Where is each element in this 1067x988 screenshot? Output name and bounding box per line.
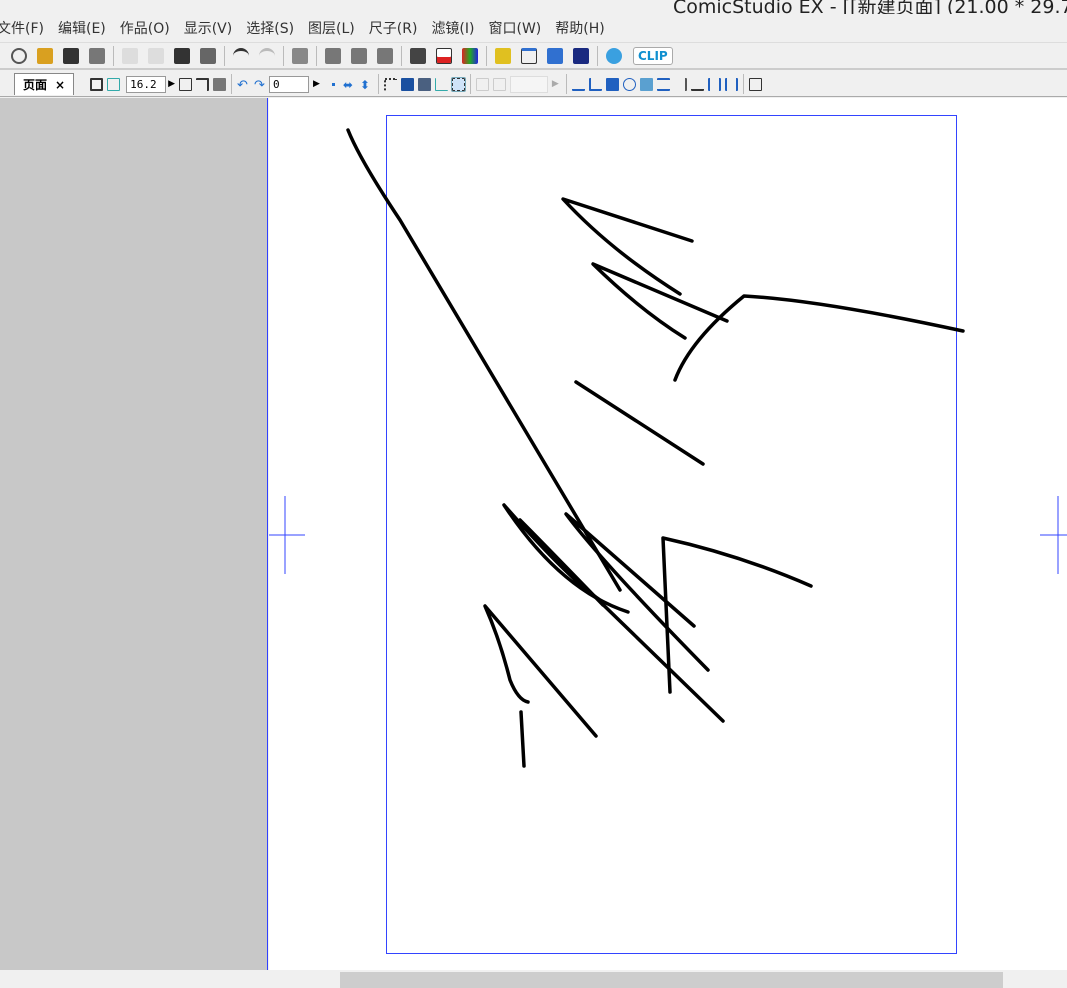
print-icon[interactable]	[292, 47, 308, 64]
main-toolbar: CLIP	[0, 42, 1067, 70]
grid-icon[interactable]	[400, 77, 414, 91]
separator	[565, 74, 567, 94]
new-icon[interactable]	[11, 47, 27, 64]
redo-icon[interactable]	[259, 47, 275, 64]
hash-grid-2-icon[interactable]	[724, 77, 738, 91]
menu-view[interactable]: 显示(V)	[184, 18, 233, 38]
menu-file[interactable]: 文件(F)	[0, 18, 44, 38]
menu-help[interactable]: 帮助(H)	[555, 18, 604, 38]
check-icon[interactable]	[436, 47, 452, 64]
angle-icon[interactable]	[434, 77, 448, 91]
disabled-tool-icon	[475, 77, 489, 91]
separator	[742, 74, 744, 94]
menu-window[interactable]: 窗口(W)	[489, 18, 542, 38]
paste-icon[interactable]	[174, 47, 190, 64]
canvas-drawing	[269, 115, 1067, 954]
save-as-icon[interactable]	[89, 47, 105, 64]
drawing-canvas[interactable]	[269, 98, 1067, 970]
separator	[469, 74, 471, 94]
undo-icon[interactable]	[233, 47, 249, 64]
hash-grid-icon[interactable]	[707, 77, 721, 91]
focus-lines-icon[interactable]	[690, 78, 704, 91]
page-border	[386, 115, 957, 954]
separator	[377, 74, 379, 94]
key-icon[interactable]	[495, 47, 511, 64]
flip-horizontal-icon[interactable]: ⬌	[343, 78, 356, 92]
menu-bar: 文件(F) 编辑(E) 作品(O) 显示(V) 选择(S) 图层(L) 尺子(R…	[0, 14, 1067, 42]
perspective-icon[interactable]	[417, 77, 431, 91]
menu-edit[interactable]: 编辑(E)	[58, 18, 106, 38]
disabled-input	[509, 75, 548, 93]
selection-display-icon[interactable]	[450, 76, 466, 92]
close-icon[interactable]: ×	[55, 78, 65, 92]
menu-ruler[interactable]: 尺子(R)	[369, 18, 418, 38]
cut-icon[interactable]	[122, 47, 138, 64]
print-size-icon[interactable]	[196, 77, 209, 91]
triangle-ruler-icon[interactable]	[588, 77, 602, 91]
separator	[597, 45, 598, 66]
ruler-icon[interactable]	[383, 77, 397, 91]
zoom-arrow-icon[interactable]: ▶	[168, 79, 175, 89]
disabled-arrow-icon: ▶	[551, 79, 559, 89]
window-title: ComicStudio EX - [[新建页面] (21.00 * 29.70c	[673, 0, 1067, 14]
menu-layer[interactable]: 图层(L)	[308, 18, 355, 38]
globe-icon[interactable]	[606, 47, 622, 64]
separator	[283, 45, 284, 66]
separator	[486, 45, 487, 66]
actual-size-icon[interactable]	[179, 77, 192, 91]
window-icon[interactable]	[521, 47, 537, 64]
rotation-input[interactable]	[269, 75, 309, 93]
separator	[113, 45, 114, 66]
fit-page-icon[interactable]	[90, 77, 104, 91]
crosshair-marks	[269, 496, 1067, 574]
rotation-arrow-icon[interactable]: ▶	[313, 79, 320, 89]
zoom-input[interactable]	[126, 75, 167, 93]
layer-list-icon[interactable]	[410, 47, 426, 64]
concentric-lines-icon[interactable]	[674, 77, 687, 91]
rotate-left-icon[interactable]: ↶	[237, 78, 250, 93]
tab-page[interactable]: 页面 ×	[14, 73, 75, 95]
page-settings-icon[interactable]	[351, 47, 367, 64]
disabled-tool-icon	[492, 77, 506, 91]
fit-width-icon[interactable]	[107, 77, 121, 91]
page-export-icon[interactable]	[377, 47, 393, 64]
menu-select[interactable]: 选择(S)	[246, 18, 294, 38]
swap-icon[interactable]	[547, 47, 563, 64]
flip-vertical-icon[interactable]: ⬍	[360, 78, 373, 92]
fill-icon[interactable]	[605, 77, 619, 91]
workspace-gray-area	[0, 98, 268, 970]
panel-toggle-icon[interactable]	[748, 77, 762, 91]
ink-strokes	[346, 128, 965, 768]
display-icon[interactable]	[213, 77, 226, 91]
separator	[231, 74, 232, 94]
delete-icon[interactable]	[200, 47, 216, 64]
separator	[401, 45, 402, 66]
open-folder-icon[interactable]	[37, 47, 53, 64]
menu-filter[interactable]: 滤镜(I)	[431, 18, 474, 38]
pen-icon[interactable]	[571, 78, 585, 91]
copy-icon[interactable]	[148, 47, 164, 64]
play-icon[interactable]	[573, 47, 589, 64]
clip-button[interactable]: CLIP	[633, 46, 673, 65]
separator	[224, 45, 225, 66]
scrollbar-thumb[interactable]	[340, 972, 1003, 988]
rotate-right-icon[interactable]: ↷	[254, 78, 267, 93]
separator	[316, 45, 317, 66]
page-icon[interactable]	[325, 47, 341, 64]
menu-work[interactable]: 作品(O)	[120, 18, 170, 38]
parallel-lines-icon[interactable]	[656, 77, 670, 91]
gear-icon[interactable]	[622, 77, 636, 91]
tab-label: 页面	[23, 78, 48, 92]
reset-rotation-icon[interactable]	[331, 82, 335, 86]
color-icon[interactable]	[462, 47, 478, 64]
page-toolbar: 页面 × ▶ ↶ ↷ ▶ ⬌ ⬍ ▶	[0, 72, 1067, 97]
save-icon[interactable]	[63, 47, 79, 64]
speed-line-icon[interactable]	[639, 77, 653, 91]
